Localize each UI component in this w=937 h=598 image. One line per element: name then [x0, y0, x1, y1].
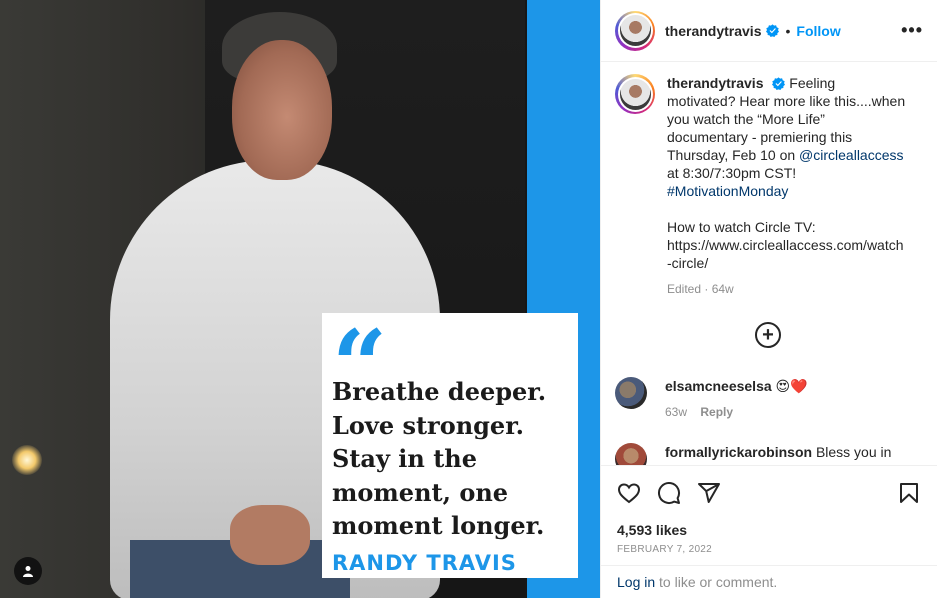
comment-avatar[interactable] [615, 443, 647, 465]
man-hands [230, 505, 310, 565]
more-options-icon[interactable]: ••• [901, 20, 923, 41]
login-prompt: Log in to like or comment. [601, 565, 937, 598]
caption-avatar[interactable] [615, 74, 655, 114]
header-username[interactable]: therandytravis [665, 23, 761, 39]
reply-button[interactable]: Reply [700, 405, 733, 419]
comment-body: formallyrickarobinson Bless you in [665, 443, 905, 465]
comment-time: 63w [665, 405, 688, 419]
avatar-image [619, 78, 651, 110]
caption: therandytravis Feeling motivated? Hear m… [615, 74, 921, 298]
separator-dot: • [785, 22, 791, 39]
caption-text: at 8:30/7:30pm CST! [667, 165, 797, 181]
action-bar: 4,593 likes FEBRUARY 7, 2022 [601, 465, 937, 555]
bookmark-icon[interactable] [897, 481, 921, 505]
post-panel: therandytravis • Follow ••• therandytrav… [600, 0, 937, 598]
caption-meta: Edited · 64w [667, 282, 734, 296]
comment-username[interactable]: elsamcneeselsa [665, 378, 772, 394]
quote-line: moment longer. [332, 511, 545, 541]
follow-button[interactable]: Follow [796, 23, 840, 39]
quote-line: Breathe deeper. [332, 377, 547, 406]
quote-line: Stay in the [332, 444, 477, 474]
caption-url: https://www.circleallaccess.com/watch-ci… [667, 237, 904, 271]
comment-body: elsamcneeselsa 😍❤️ 63w Reply [665, 377, 905, 421]
avatar-image [619, 15, 651, 46]
user-icon [23, 566, 33, 577]
man-face [232, 40, 332, 180]
tagged-user-button[interactable] [14, 557, 42, 585]
comment-text: Bless you in [815, 444, 892, 460]
comment-item: elsamcneeselsa 😍❤️ 63w Reply [615, 377, 905, 421]
post-date[interactable]: FEBRUARY 7, 2022 [617, 544, 921, 555]
quote-author: RANDY TRAVIS [332, 551, 517, 575]
comments-section[interactable]: therandytravis Feeling motivated? Hear m… [601, 62, 937, 465]
verified-badge-icon [766, 24, 780, 37]
comment-username[interactable]: formallyrickarobinson [665, 444, 812, 460]
load-more-comments-button[interactable]: + [755, 322, 781, 348]
caption-username[interactable]: therandytravis [667, 75, 763, 91]
post-image[interactable]: “ Breathe deeper. Love stronger. Stay in… [0, 0, 600, 598]
quote-line: Love stronger. [332, 410, 524, 440]
post-header: therandytravis • Follow ••• [601, 0, 937, 62]
heart-icon[interactable] [617, 481, 641, 505]
comment-text: 😍❤️ [775, 378, 808, 394]
likes-count[interactable]: 4,593 likes [617, 522, 921, 538]
share-icon[interactable] [697, 481, 721, 505]
avatar[interactable] [615, 10, 655, 51]
quote-line: moment, one [332, 477, 509, 507]
lamp-light [12, 445, 42, 475]
caption-text: How to watch Circle TV: [667, 219, 816, 235]
quote-card: “ Breathe deeper. Love stronger. Stay in… [322, 313, 578, 578]
comment-icon[interactable] [657, 481, 681, 505]
action-icons [617, 480, 921, 506]
login-link[interactable]: Log in [617, 574, 655, 590]
comment-meta: 63w Reply [665, 403, 905, 421]
quote-text: Breathe deeper. Love stronger. Stay in t… [332, 375, 572, 543]
mention-link[interactable]: @circleallaccess [799, 147, 903, 163]
comment-avatar[interactable] [615, 377, 647, 409]
login-text: to like or comment. [655, 574, 778, 590]
hashtag-link[interactable]: #MotivationMonday [667, 183, 788, 199]
verified-badge-icon [772, 77, 786, 90]
comment-item: formallyrickarobinson Bless you in [615, 443, 905, 465]
caption-body: therandytravis Feeling motivated? Hear m… [667, 74, 907, 298]
